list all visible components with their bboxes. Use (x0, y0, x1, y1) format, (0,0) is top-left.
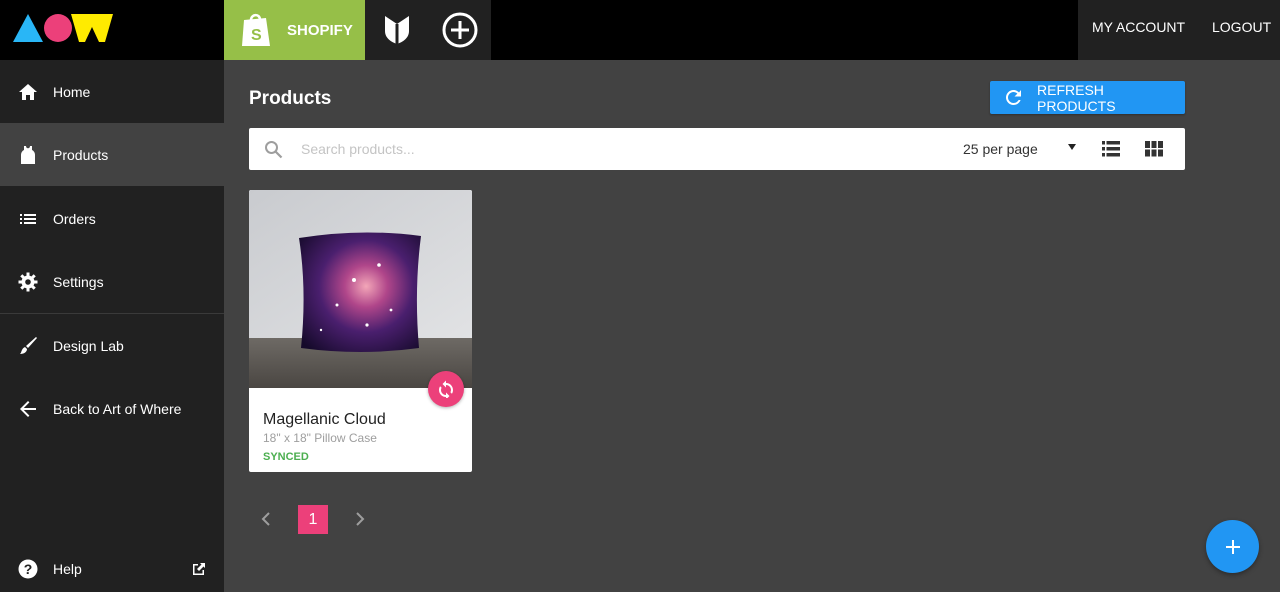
per-page-select[interactable]: 25 per page (963, 141, 1038, 157)
sidebar-item-label: Settings (53, 273, 104, 290)
sidebar-item-label: Design Lab (53, 337, 124, 354)
sidebar-item-settings[interactable]: Settings (0, 250, 224, 313)
sidebar: Home Products Orders Settings Design Lab… (0, 60, 224, 592)
sidebar-item-products[interactable]: Products (0, 123, 224, 186)
product-name: Magellanic Cloud (263, 411, 386, 428)
add-store-button[interactable] (428, 0, 491, 60)
search-input[interactable] (301, 139, 901, 159)
page-number-current[interactable]: 1 (298, 505, 328, 534)
refresh-products-label: REFRESH PRODUCTS (1037, 81, 1116, 114)
list-view-icon[interactable] (1102, 141, 1120, 157)
sidebar-item-home[interactable]: Home (0, 60, 224, 123)
grid-view-icon[interactable] (1145, 141, 1163, 157)
store-tab-bigcommerce[interactable] (365, 0, 428, 60)
my-account-link[interactable]: MY ACCOUNT (1092, 19, 1185, 35)
shopify-bag-icon: S (242, 13, 270, 46)
store-tab-label: SHOPIFY (287, 21, 353, 39)
sync-icon (439, 380, 453, 398)
sync-button[interactable] (428, 371, 464, 407)
svg-text:?: ? (24, 561, 33, 577)
sidebar-item-label: Home (53, 83, 91, 100)
refresh-icon (1006, 90, 1021, 105)
help-icon: ? (18, 559, 38, 579)
svg-text:S: S (251, 27, 262, 44)
list-icon (20, 213, 36, 224)
caret-down-icon[interactable] (1067, 143, 1077, 151)
product-card[interactable]: Magellanic Cloud 18" x 18" Pillow Case S… (249, 190, 472, 472)
sidebar-item-label: Products (53, 146, 109, 163)
product-subtitle: 18" x 18" Pillow Case (263, 431, 377, 445)
next-page-icon[interactable] (352, 510, 368, 528)
account-area: MY ACCOUNT LOGOUT (1078, 0, 1280, 60)
plus-icon (1225, 539, 1240, 554)
sidebar-item-back[interactable]: Back to Art of Where (0, 377, 224, 440)
gear-icon (18, 272, 38, 291)
aow-logo[interactable] (13, 13, 113, 43)
store-tab-shopify[interactable]: S SHOPIFY (224, 0, 365, 60)
arrow-left-icon (20, 400, 36, 417)
home-icon (19, 83, 37, 100)
add-circle-icon (442, 12, 477, 48)
sidebar-item-label: Help (53, 561, 82, 577)
refresh-products-button[interactable]: REFRESH PRODUCTS (990, 81, 1185, 114)
add-product-button[interactable] (1206, 520, 1259, 573)
search-bar: 25 per page (249, 128, 1185, 170)
external-link-icon (193, 563, 205, 575)
sync-status-badge: SYNCED (263, 451, 309, 463)
logout-link[interactable]: LOGOUT (1212, 19, 1271, 35)
sidebar-item-label: Back to Art of Where (53, 400, 182, 417)
top-bar: S SHOPIFY MY ACCOUNT LOGOUT (0, 0, 1280, 60)
previous-page-icon[interactable] (258, 510, 274, 528)
shield-logo-icon (384, 16, 409, 44)
brush-icon (20, 336, 37, 354)
page-title: Products (249, 88, 332, 109)
search-icon (265, 141, 283, 159)
sidebar-item-label: Orders (53, 210, 96, 227)
sidebar-item-orders[interactable]: Orders (0, 187, 224, 250)
sidebar-item-design-lab[interactable]: Design Lab (0, 314, 224, 377)
product-image (249, 190, 472, 388)
tank-top-icon (21, 145, 35, 164)
sidebar-item-help[interactable]: ? Help (0, 551, 224, 587)
